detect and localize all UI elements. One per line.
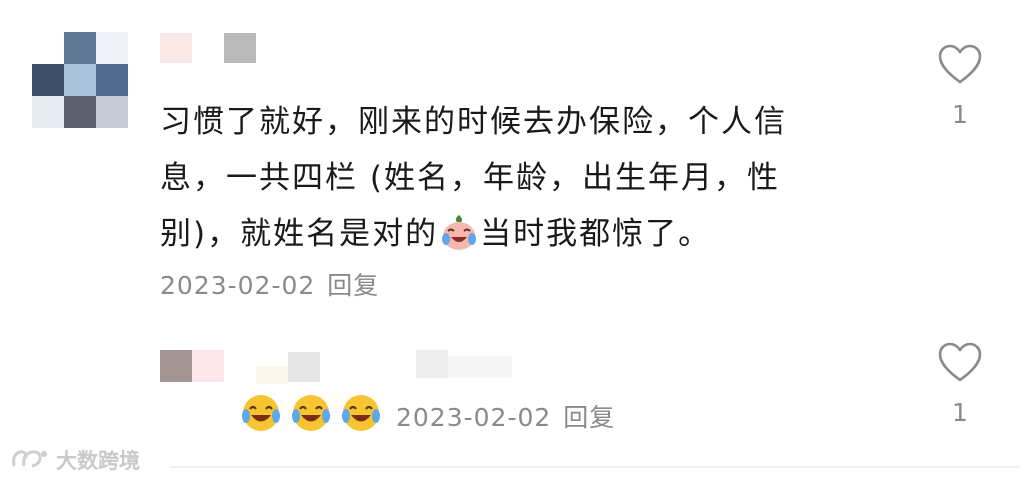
like-count: 1 <box>952 100 968 129</box>
comment-line: 息，一共四栏 (姓名，年龄，出生年月，性 <box>160 160 780 196</box>
reply-meta: 2023-02-02 回复 <box>396 398 615 434</box>
joy-emoji-icon <box>242 395 280 431</box>
watermark-text: 大数跨境 <box>56 449 140 473</box>
comment-line-text: 当时我都惊了。 <box>480 216 712 252</box>
comment-date: 2023-02-02 <box>160 271 316 300</box>
joy-emoji-icon <box>292 395 330 431</box>
divider <box>170 466 1020 468</box>
like-count: 1 <box>952 398 968 427</box>
joy-emoji-icon <box>342 395 380 431</box>
avatar[interactable] <box>32 32 128 128</box>
watermark-logo-icon <box>12 450 47 468</box>
comment-text: 习惯了就好，刚来的时候去办保险，个人信 息，一共四栏 (姓名，年龄，出生年月，性… <box>160 94 860 262</box>
comment-line: 别)，就姓名是对的 当时我都惊了。 <box>160 206 860 262</box>
watermark: 大数跨境 <box>8 445 140 475</box>
crying-laughing-emoji-icon <box>442 215 477 250</box>
comment-meta: 2023-02-02 回复 <box>160 266 379 302</box>
reply-emoji-row <box>240 392 382 434</box>
comment-line-text: 别)，就姓名是对的 <box>160 216 439 252</box>
reply-date: 2023-02-02 <box>396 403 552 432</box>
comment-thread: 习惯了就好，刚来的时候去办保险，个人信 息，一共四栏 (姓名，年龄，出生年月，性… <box>0 0 1024 479</box>
reply-button[interactable]: 回复 <box>327 271 379 300</box>
reply-button[interactable]: 回复 <box>563 403 615 432</box>
heart-icon[interactable] <box>936 340 984 384</box>
heart-icon[interactable] <box>936 42 984 86</box>
comment-line: 习惯了就好，刚来的时候去办保险，个人信 <box>160 104 787 140</box>
